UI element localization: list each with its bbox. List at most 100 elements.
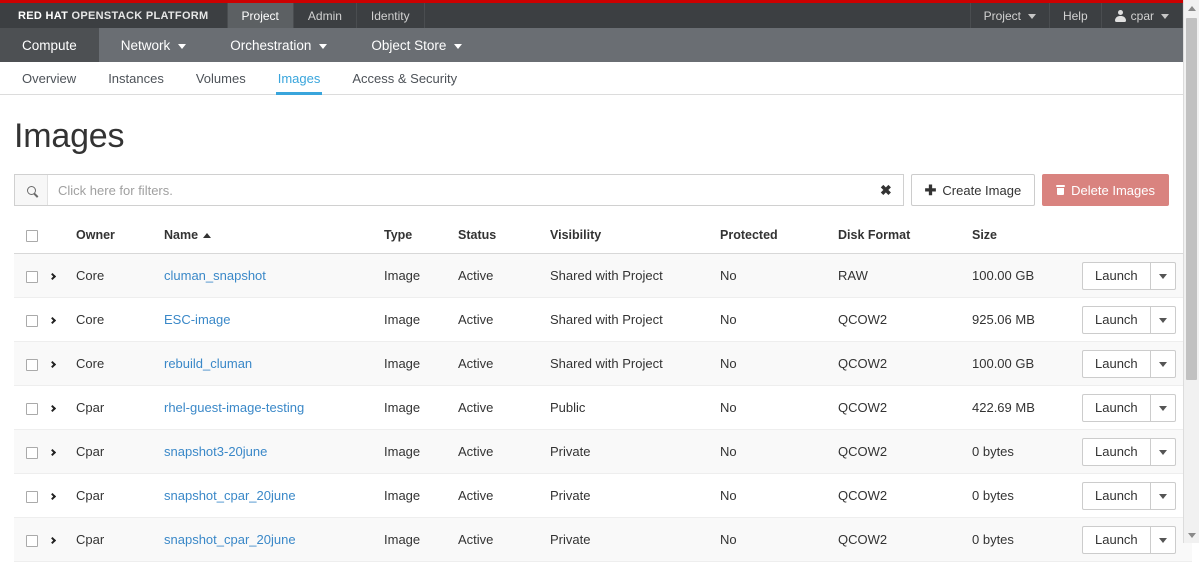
row-actions-dropdown-button[interactable] [1149, 350, 1175, 377]
chevron-right-icon[interactable] [50, 448, 57, 457]
scroll-up-arrow-icon[interactable] [1184, 0, 1199, 16]
row-actions-dropdown-button[interactable] [1149, 526, 1175, 553]
chevron-down-icon [1158, 318, 1167, 323]
row-checkbox[interactable] [26, 490, 38, 503]
image-name-link[interactable]: rebuild_cluman [164, 356, 252, 371]
cell-status: Active [458, 341, 550, 386]
tab-volumes[interactable]: Volumes [180, 62, 262, 94]
launch-button[interactable]: Launch [1083, 307, 1150, 333]
page-title: Images [14, 117, 125, 155]
row-actions-dropdown-button[interactable] [1149, 438, 1175, 465]
masthead-tab-admin[interactable]: Admin [294, 3, 357, 28]
header-size[interactable]: Size [972, 220, 1082, 254]
row-checkbox[interactable] [26, 534, 38, 547]
cell-disk-format: QCOW2 [838, 517, 972, 562]
launch-button[interactable]: Launch [1083, 351, 1150, 377]
chevron-right-icon[interactable] [50, 404, 57, 413]
cell-type: Image [384, 517, 458, 562]
row-select-cell [14, 341, 50, 386]
table-row: Core ESC-image Image Active Shared with Proj… [14, 297, 1192, 342]
tab-instances[interactable]: Instances [92, 62, 180, 94]
tab-images[interactable]: Images [262, 62, 337, 95]
row-actions-dropdown-button[interactable] [1149, 262, 1175, 289]
row-checkbox[interactable] [26, 314, 38, 327]
nav-item-orchestration[interactable]: Orchestration [208, 28, 349, 62]
table-row: Cpar snapshot_cpar_20june Image Active Priva… [14, 517, 1192, 562]
header-type[interactable]: Type [384, 220, 458, 254]
launch-button[interactable]: Launch [1083, 395, 1150, 421]
row-expand-cell [50, 517, 76, 562]
header-owner[interactable]: Owner [76, 220, 164, 254]
filter-search-box[interactable]: ✖ [14, 174, 904, 206]
header-name-label: Name [164, 228, 199, 242]
image-name-link[interactable]: snapshot3-20june [164, 444, 267, 459]
create-image-button[interactable]: ✚ Create Image [910, 174, 1036, 206]
cell-size: 925.06 MB [972, 297, 1082, 342]
header-protected[interactable]: Protected [720, 220, 838, 254]
chevron-down-icon [1158, 406, 1167, 411]
row-actions-dropdown-button[interactable] [1149, 306, 1175, 333]
cell-status: Active [458, 429, 550, 474]
chevron-right-icon[interactable] [50, 316, 57, 325]
launch-button[interactable]: Launch [1083, 527, 1150, 553]
image-name-link[interactable]: rhel-guest-image-testing [164, 400, 304, 415]
image-name-link[interactable]: cluman_snapshot [164, 268, 266, 283]
masthead-tab-identity[interactable]: Identity [357, 3, 425, 28]
header-status[interactable]: Status [458, 220, 550, 254]
nav-item-object-store[interactable]: Object Store [349, 28, 484, 62]
project-switcher[interactable]: Project [971, 3, 1050, 28]
launch-button-group: Launch [1082, 393, 1176, 422]
header-name[interactable]: Name [164, 220, 384, 254]
tab-overview[interactable]: Overview [6, 62, 92, 94]
cell-disk-format: QCOW2 [838, 297, 972, 342]
launch-button[interactable]: Launch [1083, 263, 1150, 289]
search-input[interactable] [48, 175, 869, 205]
chevron-right-icon[interactable] [50, 272, 57, 281]
search-icon [26, 185, 36, 195]
row-actions-dropdown-button[interactable] [1149, 394, 1175, 421]
cell-name: cluman_snapshot [164, 253, 384, 298]
row-actions-dropdown-button[interactable] [1149, 482, 1175, 509]
chevron-right-icon[interactable] [50, 360, 57, 369]
image-name-link[interactable]: snapshot_cpar_20june [164, 488, 296, 503]
image-name-link[interactable]: snapshot_cpar_20june [164, 532, 296, 547]
row-checkbox[interactable] [26, 358, 38, 371]
clear-filter-button[interactable]: ✖ [869, 182, 903, 199]
chevron-down-icon [1158, 450, 1167, 455]
nav-item-compute[interactable]: Compute [0, 28, 99, 62]
image-name-link[interactable]: ESC-image [164, 312, 230, 327]
help-menu[interactable]: Help [1050, 3, 1102, 28]
chevron-down-icon [1158, 538, 1167, 543]
row-select-cell [14, 517, 50, 562]
row-select-cell [14, 473, 50, 518]
tab-access-and-security[interactable]: Access & Security [336, 62, 473, 94]
row-checkbox[interactable] [26, 402, 38, 415]
row-expand-cell [50, 341, 76, 386]
scroll-down-arrow-icon[interactable] [1184, 527, 1199, 543]
delete-images-button[interactable]: Delete Images [1042, 174, 1169, 206]
cell-actions: Launch [1082, 517, 1192, 562]
header-disk-format[interactable]: Disk Format [838, 220, 972, 254]
masthead-tabs: Project Admin Identity [226, 3, 425, 28]
cell-protected: No [720, 297, 838, 342]
select-all-checkbox[interactable] [26, 229, 38, 242]
row-checkbox[interactable] [26, 270, 38, 283]
table-row: Cpar rhel-guest-image-testing Image Active P… [14, 385, 1192, 430]
row-checkbox[interactable] [26, 446, 38, 459]
cell-status: Active [458, 517, 550, 562]
project-switcher-label: Project [983, 8, 1021, 23]
vertical-scrollbar[interactable] [1183, 0, 1199, 543]
launch-button[interactable]: Launch [1083, 439, 1150, 465]
launch-button[interactable]: Launch [1083, 483, 1150, 509]
chevron-right-icon[interactable] [50, 492, 57, 501]
user-menu[interactable]: cpar [1102, 3, 1183, 28]
cell-disk-format: QCOW2 [838, 385, 972, 430]
header-visibility[interactable]: Visibility [550, 220, 720, 254]
table-toolbar: ✖ ✚ Create Image Delete Images [14, 174, 1169, 206]
search-icon-cell [15, 175, 48, 205]
scrollbar-thumb[interactable] [1186, 18, 1197, 380]
masthead-tab-project[interactable]: Project [226, 3, 294, 28]
nav-item-network[interactable]: Network [99, 28, 209, 62]
cell-type: Image [384, 297, 458, 342]
chevron-down-icon [1027, 14, 1036, 19]
